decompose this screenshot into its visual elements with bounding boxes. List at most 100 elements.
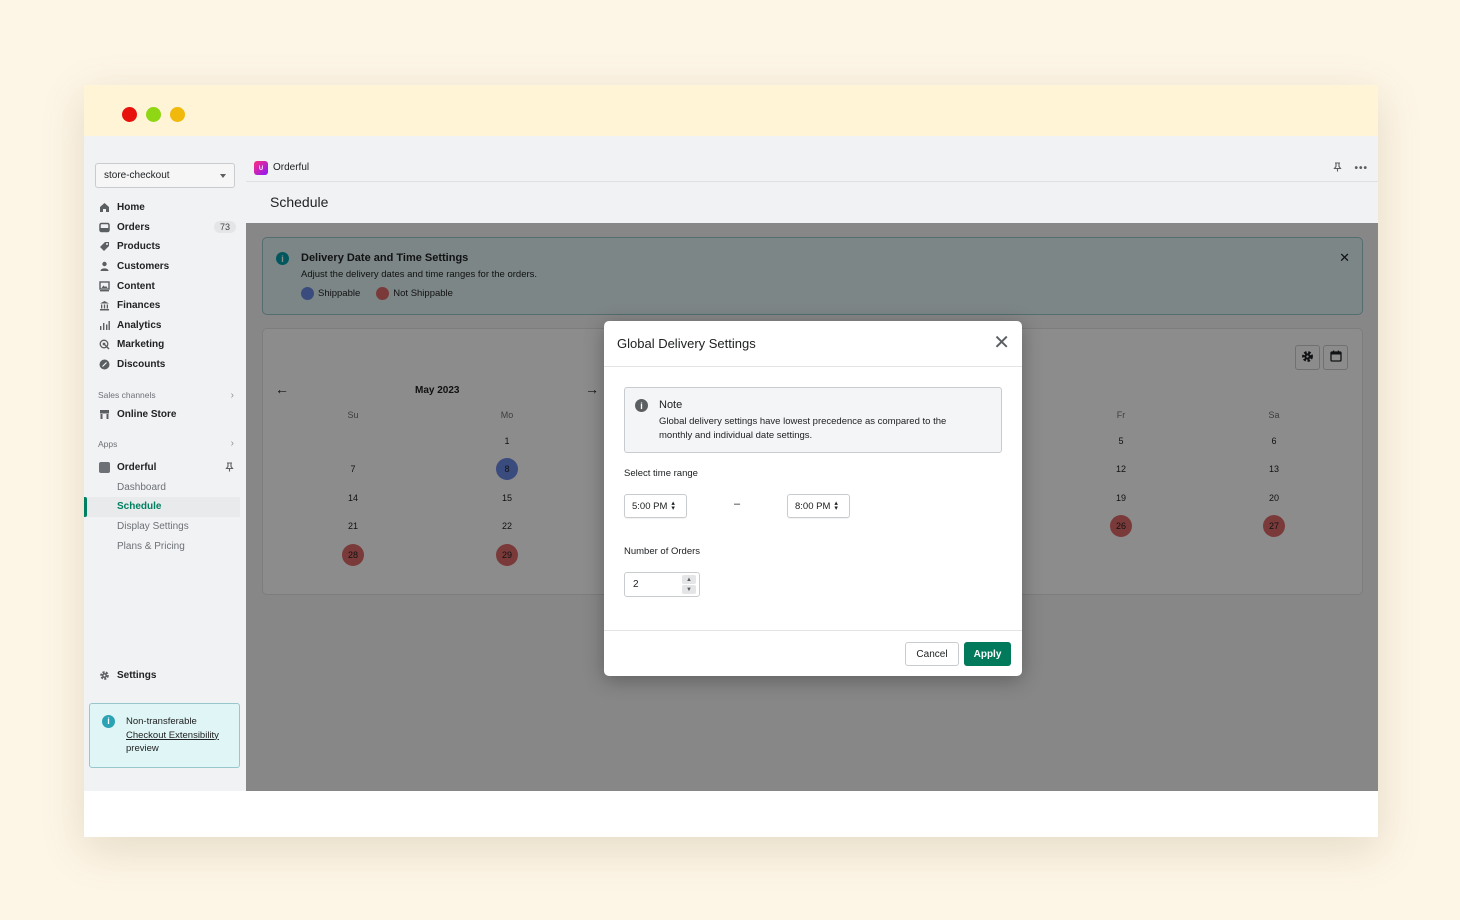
- minimize-window-button[interactable]: [146, 107, 161, 122]
- orders-value: 2: [633, 579, 639, 590]
- sidebar-subitem-display-settings[interactable]: Display Settings: [84, 517, 246, 537]
- sidebar-settings-wrap: Settings: [84, 666, 246, 686]
- sidebar-item-label: Home: [117, 202, 145, 214]
- end-time-value: 8:00 PM: [795, 500, 831, 512]
- start-time-value: 5:00 PM: [632, 500, 668, 512]
- store-name: store-checkout: [104, 170, 170, 181]
- sidebar-item-products[interactable]: Products: [84, 237, 246, 257]
- note-title: Note: [659, 399, 683, 411]
- content-icon: [99, 280, 110, 292]
- person-icon: [99, 261, 110, 272]
- time-range-separator: –: [734, 498, 741, 510]
- sidebar-item-online-store[interactable]: Online Store: [84, 404, 246, 424]
- orders-label: Number of Orders: [624, 546, 701, 557]
- note-callout: i Note Global delivery settings have low…: [624, 387, 1002, 453]
- decrement-button[interactable]: ▼: [682, 585, 696, 594]
- zoom-window-button[interactable]: [170, 107, 185, 122]
- sidebar-item-label: Online Store: [117, 408, 177, 420]
- sidebar-item-home[interactable]: Home: [84, 198, 246, 218]
- sidebar-subitem-label: Dashboard: [117, 481, 166, 493]
- app-name: Orderful: [273, 162, 310, 173]
- global-delivery-settings-modal: Global Delivery Settings ✕ i Note Global…: [604, 321, 1022, 676]
- sidebar-item-content[interactable]: Content: [84, 276, 246, 296]
- apply-button[interactable]: Apply: [964, 642, 1011, 666]
- sidebar-item-orderful[interactable]: Orderful: [84, 458, 246, 478]
- chevron-right-icon: ›: [230, 438, 234, 450]
- checkout-extensibility-link[interactable]: Checkout Extensibility: [126, 729, 231, 743]
- notice-line: Non-transferable: [126, 716, 197, 727]
- discount-icon: [99, 359, 110, 370]
- sidebar-subitem-label: Plans & Pricing: [117, 540, 185, 552]
- sidebar-item-label: Settings: [117, 670, 157, 682]
- sidebar-subitem-dashboard[interactable]: Dashboard: [84, 478, 246, 498]
- time-range-label: Select time range: [624, 468, 698, 479]
- sidebar-subitem-plans-pricing[interactable]: Plans & Pricing: [84, 536, 246, 556]
- increment-button[interactable]: ▲: [682, 575, 696, 584]
- sidebar-item-label: Orderful: [117, 462, 157, 474]
- sidebar-item-customers[interactable]: Customers: [84, 257, 246, 277]
- app-header: ⊍ Orderful •••: [246, 154, 1378, 182]
- sidebar-item-analytics[interactable]: Analytics: [84, 316, 246, 336]
- end-time-select[interactable]: 8:00 PM ▴ ▾: [787, 494, 850, 518]
- window-footer: [84, 791, 1378, 837]
- tag-icon: [99, 241, 110, 252]
- sidebar-item-label: Marketing: [117, 339, 165, 351]
- store-selector[interactable]: store-checkout: [95, 163, 235, 188]
- modal-title: Global Delivery Settings: [617, 336, 756, 351]
- sidebar-item-label: Finances: [117, 300, 161, 312]
- sidebar-item-label: Products: [117, 241, 161, 253]
- notice-line: preview: [126, 743, 159, 754]
- sidebar-subitem-label: Schedule: [117, 501, 162, 513]
- sidebar: store-checkout Home Orders 73 Products C…: [84, 136, 246, 791]
- sidebar-item-orders[interactable]: Orders 73: [84, 218, 246, 238]
- home-icon: [99, 202, 110, 213]
- modal-footer: Cancel Apply: [604, 630, 1022, 676]
- section-label: Apps: [98, 438, 118, 449]
- orders-icon: [99, 222, 110, 233]
- sidebar-item-label: Customers: [117, 261, 170, 273]
- more-actions-icon[interactable]: •••: [1354, 163, 1368, 174]
- sidebar-item-finances[interactable]: Finances: [84, 296, 246, 316]
- sales-channels-header[interactable]: Sales channels ›: [84, 386, 246, 404]
- chevron-down-icon: [220, 173, 226, 178]
- sidebar-item-discounts[interactable]: Discounts: [84, 355, 246, 375]
- note-text: Global delivery settings have lowest pre…: [659, 416, 947, 441]
- bank-icon: [99, 300, 110, 311]
- title-bar: [84, 85, 1378, 136]
- sidebar-item-marketing[interactable]: Marketing: [84, 335, 246, 355]
- pin-icon[interactable]: [1333, 161, 1343, 175]
- sidebar-subitem-schedule[interactable]: Schedule: [84, 497, 240, 517]
- info-icon: i: [635, 399, 648, 412]
- info-icon: i: [102, 715, 115, 728]
- bar-chart-icon: [99, 320, 110, 331]
- main-nav: Home Orders 73 Products Customers Conten…: [84, 198, 246, 556]
- sidebar-item-label: Analytics: [117, 319, 162, 331]
- cancel-button[interactable]: Cancel: [905, 642, 959, 666]
- chevron-right-icon: ›: [230, 389, 234, 401]
- orderful-app-icon: [99, 462, 110, 474]
- select-arrows-icon: ▴ ▾: [834, 500, 838, 512]
- orderful-logo-icon: ⊍: [254, 160, 268, 175]
- sidebar-item-settings[interactable]: Settings: [84, 666, 246, 686]
- apps-header[interactable]: Apps ›: [84, 435, 246, 453]
- pin-icon[interactable]: [225, 462, 234, 474]
- checkout-extensibility-notice: i Non-transferable Checkout Extensibilit…: [89, 703, 240, 768]
- close-window-button[interactable]: [122, 107, 137, 122]
- sidebar-item-label: Content: [117, 280, 155, 292]
- active-indicator: [84, 497, 87, 517]
- number-of-orders-input[interactable]: 2 ▲ ▼: [624, 572, 700, 597]
- page-title: Schedule: [270, 194, 329, 210]
- section-label: Sales channels: [98, 390, 156, 401]
- select-arrows-icon: ▴ ▾: [671, 500, 675, 512]
- gear-icon: [99, 670, 110, 681]
- sidebar-subitem-label: Display Settings: [117, 521, 189, 533]
- modal-header: Global Delivery Settings ✕: [604, 321, 1022, 367]
- start-time-select[interactable]: 5:00 PM ▴ ▾: [624, 494, 687, 518]
- close-modal-icon[interactable]: ✕: [993, 333, 1010, 353]
- sidebar-item-label: Discounts: [117, 359, 166, 371]
- store-icon: [99, 409, 110, 420]
- quantity-stepper: ▲ ▼: [682, 575, 696, 594]
- target-icon: [99, 339, 110, 350]
- header-actions: •••: [1333, 154, 1368, 182]
- sidebar-item-label: Orders: [117, 221, 150, 233]
